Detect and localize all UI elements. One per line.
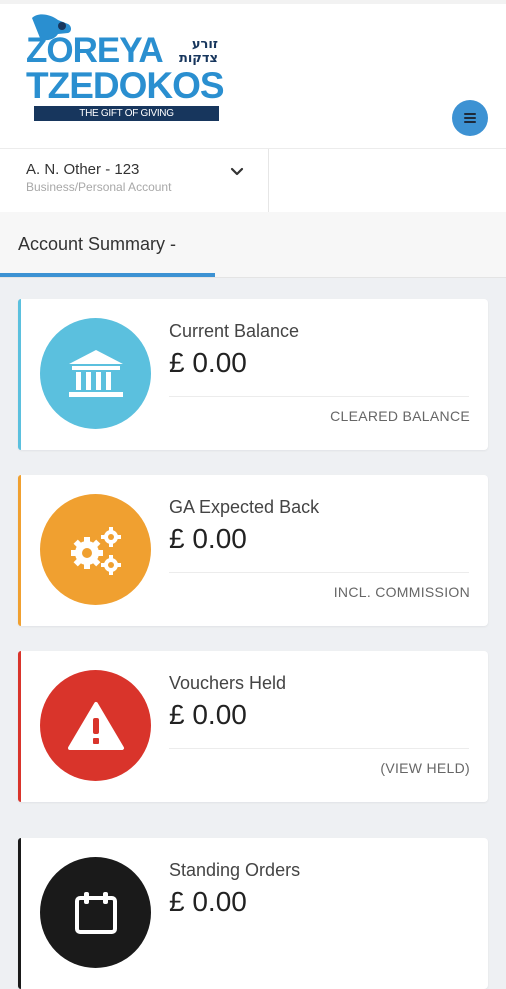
account-type: Business/Personal Account [26,180,172,194]
warning-icon [40,670,151,781]
card-divider [169,572,469,573]
card-divider [169,748,469,749]
card-accent [18,299,21,450]
logo-tagline: THE GIFT OF GIVING [34,106,219,121]
card-accent [18,475,21,626]
hamburger-icon [464,113,476,123]
account-selector[interactable]: A. N. Other - 123 Business/Personal Acco… [0,149,269,213]
card-amount: £ 0.00 [169,347,247,378]
card-footer: INCL. COMMISSION [333,584,470,600]
tab-account-summary[interactable]: Account Summary - [18,234,176,255]
logo-text-hebrew: זורע צדקות [178,37,218,66]
view-held-link[interactable]: (VIEW HELD) [380,760,470,776]
logo-text-tzedokos: TZEDOKOS [26,65,225,106]
logo-text-zoreya: ZOREYA [26,31,164,70]
card-footer: CLEARED BALANCE [330,408,470,424]
card-accent [18,651,21,802]
card-divider [169,396,469,397]
active-tab-indicator [0,273,215,277]
card-amount: £ 0.00 [169,523,247,554]
calendar-icon [40,857,151,968]
gears-icon [40,494,151,605]
header: ZOREYA זורע צדקות TZEDOKOS THE GIFT OF G… [0,0,506,148]
bank-icon [40,318,151,429]
menu-button[interactable] [452,100,488,136]
card-title: Vouchers Held [169,673,287,693]
account-bar: A. N. Other - 123 Business/Personal Acco… [0,148,506,213]
card-standing-orders[interactable]: Standing Orders £ 0.00 [18,838,488,989]
card-current-balance[interactable]: Current Balance £ 0.00 CLEARED BALANCE [18,299,488,450]
account-name: A. N. Other - 123 [26,161,140,178]
chevron-down-icon [230,167,244,176]
card-amount: £ 0.00 [169,699,247,730]
card-amount: £ 0.00 [169,886,247,917]
card-ga-expected-back[interactable]: GA Expected Back £ 0.00 INCL. COMMISSION [18,475,488,626]
card-accent [18,838,21,989]
summary-tab-bar: Account Summary - [0,212,506,278]
card-title: Standing Orders [169,860,301,880]
card-title: Current Balance [169,321,300,341]
card-vouchers-held[interactable]: Vouchers Held £ 0.00 (VIEW HELD) [18,651,488,802]
card-title: GA Expected Back [169,497,320,517]
logo[interactable]: ZOREYA זורע צדקות TZEDOKOS THE GIFT OF G… [26,12,225,124]
